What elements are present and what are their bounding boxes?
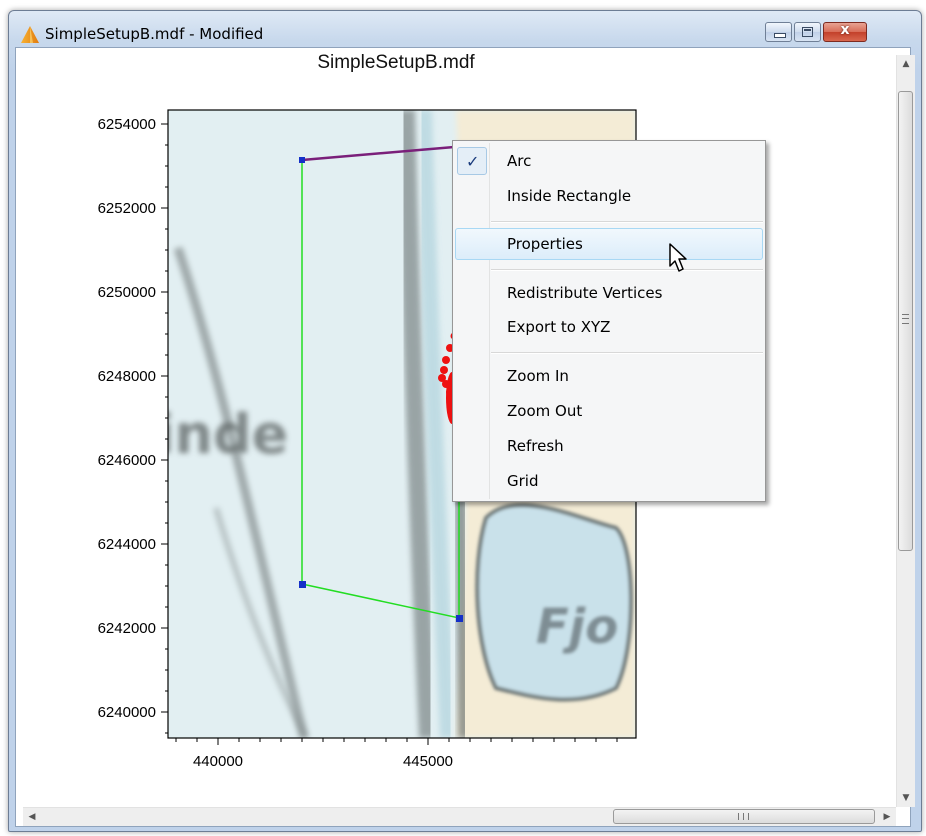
menu-separator: [491, 269, 763, 271]
menu-item-export-xyz[interactable]: Export to XYZ: [455, 311, 763, 343]
maximize-button[interactable]: [794, 22, 821, 42]
close-button[interactable]: x: [823, 22, 867, 42]
close-icon: x: [840, 22, 850, 38]
menu-item-label: Export to XYZ: [507, 318, 611, 336]
map-label-inde: inde: [156, 403, 288, 466]
scroll-grip-icon: [738, 813, 749, 820]
scroll-grip-icon: [902, 314, 909, 324]
y-tick-label: 6244000: [98, 536, 156, 553]
maximize-icon: [802, 27, 813, 37]
y-tick-label: 6240000: [98, 704, 156, 721]
vertical-scrollbar[interactable]: ▲ ▼: [896, 55, 915, 807]
menu-item-inside-rectangle[interactable]: Inside Rectangle: [455, 180, 763, 212]
menu-item-zoom-out[interactable]: Zoom Out: [455, 395, 763, 427]
vertex-marker[interactable]: [456, 615, 463, 622]
vertical-scroll-thumb[interactable]: [898, 91, 913, 551]
menu-item-label: Refresh: [507, 437, 564, 455]
y-tick-label: 6248000: [98, 368, 156, 385]
menu-item-label: Redistribute Vertices: [507, 284, 663, 302]
menu-item-arc[interactable]: ✓ Arc: [455, 145, 763, 177]
y-tick-label: 6254000: [98, 116, 156, 133]
y-tick-label: 6252000: [98, 200, 156, 217]
menu-item-label: Inside Rectangle: [507, 187, 632, 205]
plot-title: SimpleSetupB.mdf: [317, 52, 475, 73]
menu-item-properties[interactable]: Properties: [455, 228, 763, 260]
y-tick-label: 6246000: [98, 452, 156, 469]
menu-item-zoom-in[interactable]: Zoom In: [455, 360, 763, 392]
menu-item-label: Arc: [507, 152, 532, 170]
menu-separator: [491, 221, 763, 223]
resize-grip-icon[interactable]: [914, 825, 922, 832]
menu-item-redistribute-vertices[interactable]: Redistribute Vertices: [455, 277, 763, 309]
mouse-pointer-icon: [669, 243, 687, 272]
menu-item-label: Grid: [507, 472, 539, 490]
vertex-marker[interactable]: [299, 157, 305, 163]
minimize-icon: [774, 33, 786, 38]
menu-item-label: Zoom In: [507, 367, 569, 385]
window-title: SimpleSetupB.mdf - Modified: [45, 25, 264, 43]
horizontal-scroll-thumb[interactable]: [613, 809, 875, 824]
horizontal-scrollbar[interactable]: ◀ ▶: [23, 807, 896, 826]
scroll-left-arrow-icon[interactable]: ◀: [23, 808, 41, 826]
scroll-right-arrow-icon[interactable]: ▶: [878, 808, 896, 826]
app-icon: [21, 26, 39, 43]
context-menu: ✓ Arc Inside Rectangle Properties Redist…: [452, 140, 766, 502]
scroll-up-arrow-icon[interactable]: ▲: [897, 55, 915, 73]
menu-check-indicator: ✓: [457, 147, 487, 175]
menu-item-refresh[interactable]: Refresh: [455, 430, 763, 462]
x-tick-label: 445000: [403, 753, 453, 770]
scroll-down-arrow-icon[interactable]: ▼: [897, 789, 915, 807]
y-axis: [161, 123, 168, 734]
x-tick-label: 440000: [193, 753, 243, 770]
menu-item-grid[interactable]: Grid: [455, 465, 763, 497]
x-axis: [175, 738, 618, 745]
menu-item-label: Zoom Out: [507, 402, 583, 420]
checkmark-icon: ✓: [466, 152, 480, 171]
map-label-fjo: Fjo: [536, 599, 618, 655]
menu-item-label: Properties: [507, 235, 583, 253]
y-tick-label: 6242000: [98, 620, 156, 637]
minimize-button[interactable]: [765, 22, 792, 42]
y-tick-label: 6250000: [98, 284, 156, 301]
vertex-marker[interactable]: [299, 581, 306, 588]
menu-separator: [491, 352, 763, 354]
